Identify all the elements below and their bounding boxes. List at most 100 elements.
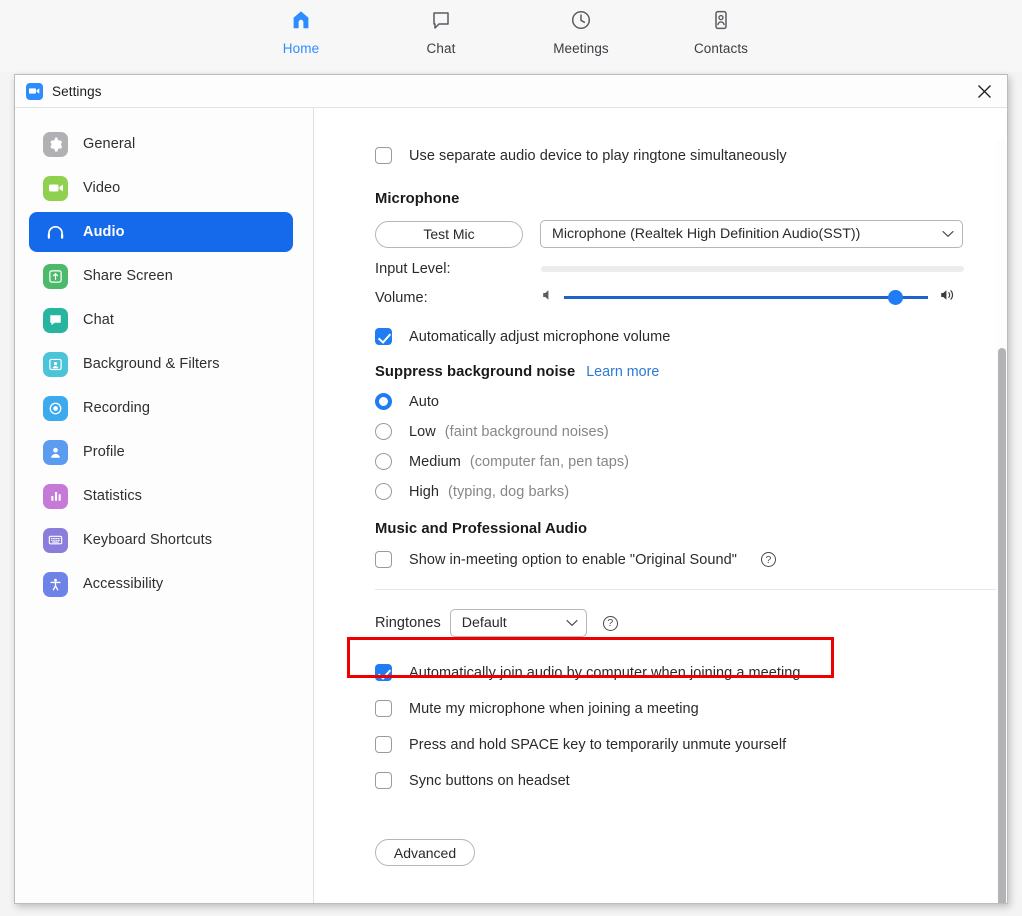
input-level-label: Input Level: bbox=[375, 261, 451, 277]
nav-item-meetings[interactable]: Meetings bbox=[536, 8, 626, 56]
mute-mic-checkbox[interactable] bbox=[375, 700, 392, 717]
bar-chart-icon bbox=[43, 483, 68, 509]
volume-label: Volume: bbox=[375, 289, 428, 306]
settings-sidebar: General Video Audio Share Screen Chat Ba… bbox=[15, 108, 314, 903]
separate-ringtone-row[interactable]: Use separate audio device to play ringto… bbox=[375, 147, 1007, 164]
music-pro-heading: Music and Professional Audio bbox=[375, 521, 588, 537]
sidebar-item-keyboard-shortcuts[interactable]: Keyboard Shortcuts bbox=[29, 520, 293, 560]
sidebar-item-accessibility[interactable]: Accessibility bbox=[29, 564, 293, 604]
sidebar-item-general[interactable]: General bbox=[29, 124, 293, 164]
sidebar-label-recording: Recording bbox=[83, 400, 150, 416]
meeting-option-auto-join[interactable]: Automatically join audio by computer whe… bbox=[375, 664, 1007, 681]
zoom-logo-icon bbox=[26, 82, 43, 100]
noise-radio-medium[interactable] bbox=[375, 453, 392, 470]
person-frame-icon bbox=[43, 351, 68, 377]
meeting-option-sync-headset[interactable]: Sync buttons on headset bbox=[375, 772, 1007, 789]
sidebar-item-statistics[interactable]: Statistics bbox=[29, 476, 293, 516]
volume-slider-thumb[interactable] bbox=[888, 290, 904, 305]
sidebar-item-background-filters[interactable]: Background & Filters bbox=[29, 344, 293, 384]
original-sound-row[interactable]: Show in-meeting option to enable "Origin… bbox=[375, 551, 1007, 568]
question-mark-icon[interactable]: ? bbox=[760, 552, 776, 567]
suppress-noise-header: Suppress background noise Learn more bbox=[375, 364, 1007, 380]
sidebar-label-general: General bbox=[83, 136, 136, 152]
space-unmute-checkbox[interactable] bbox=[375, 736, 392, 753]
window-title: Settings bbox=[52, 83, 102, 99]
noise-option-medium[interactable]: Medium (computer fan, pen taps) bbox=[375, 453, 1007, 470]
video-camera-icon bbox=[43, 175, 68, 201]
noise-hint-low: (faint background noises) bbox=[444, 423, 609, 440]
settings-window: Settings General Video Audio Share Scree… bbox=[14, 74, 1008, 904]
auto-adjust-volume-label: Automatically adjust microphone volume bbox=[409, 328, 671, 345]
share-screen-icon bbox=[43, 263, 68, 289]
keyboard-icon bbox=[43, 527, 68, 553]
nav-label-home: Home bbox=[282, 41, 320, 56]
meeting-option-space-unmute[interactable]: Press and hold SPACE key to temporarily … bbox=[375, 736, 1007, 753]
scrollbar-thumb[interactable] bbox=[998, 348, 1006, 903]
noise-option-auto[interactable]: Auto bbox=[375, 393, 1007, 410]
nav-label-chat: Chat bbox=[426, 41, 456, 56]
auto-join-audio-label: Automatically join audio by computer whe… bbox=[409, 664, 801, 681]
chat-bubble-icon bbox=[429, 8, 453, 37]
clock-icon bbox=[569, 8, 593, 37]
ringtones-value: Default bbox=[461, 615, 507, 631]
separate-ringtone-checkbox[interactable] bbox=[375, 147, 392, 164]
audio-settings-panel: Use separate audio device to play ringto… bbox=[315, 108, 1007, 903]
nav-label-contacts: Contacts bbox=[693, 41, 749, 56]
noise-label-medium: Medium bbox=[409, 453, 461, 470]
learn-more-link[interactable]: Learn more bbox=[586, 364, 659, 380]
title-bar: Settings bbox=[15, 75, 1007, 108]
meeting-option-mute-mic[interactable]: Mute my microphone when joining a meetin… bbox=[375, 700, 1007, 717]
sidebar-label-audio: Audio bbox=[83, 224, 125, 240]
original-sound-label: Show in-meeting option to enable "Origin… bbox=[409, 551, 737, 568]
sidebar-label-accessibility: Accessibility bbox=[83, 576, 164, 592]
sidebar-item-video[interactable]: Video bbox=[29, 168, 293, 208]
sidebar-item-share-screen[interactable]: Share Screen bbox=[29, 256, 293, 296]
sidebar-item-chat[interactable]: Chat bbox=[29, 300, 293, 340]
chevron-down-icon bbox=[566, 615, 578, 631]
noise-radio-high[interactable] bbox=[375, 483, 392, 500]
sidebar-label-profile: Profile bbox=[83, 444, 125, 460]
noise-radio-low[interactable] bbox=[375, 423, 392, 440]
original-sound-checkbox[interactable] bbox=[375, 551, 392, 568]
input-level-meter bbox=[541, 266, 964, 272]
input-level-row: Input Level: bbox=[375, 261, 1007, 277]
accessibility-icon bbox=[43, 571, 68, 597]
nav-item-home[interactable]: Home bbox=[256, 8, 346, 56]
noise-option-low[interactable]: Low (faint background noises) bbox=[375, 423, 1007, 440]
noise-radio-auto[interactable] bbox=[375, 393, 392, 410]
mute-mic-label: Mute my microphone when joining a meetin… bbox=[409, 700, 699, 717]
sidebar-label-statistics: Statistics bbox=[83, 488, 143, 504]
chevron-down-icon bbox=[942, 226, 954, 242]
nav-item-chat[interactable]: Chat bbox=[396, 8, 486, 56]
nav-item-contacts[interactable]: Contacts bbox=[676, 8, 766, 56]
auto-adjust-volume-checkbox[interactable] bbox=[375, 328, 392, 345]
sidebar-item-profile[interactable]: Profile bbox=[29, 432, 293, 472]
microphone-heading: Microphone bbox=[375, 191, 460, 207]
advanced-button[interactable]: Advanced bbox=[375, 839, 475, 866]
speaker-low-icon bbox=[541, 288, 555, 307]
noise-option-high[interactable]: High (typing, dog barks) bbox=[375, 483, 1007, 500]
sidebar-label-video: Video bbox=[83, 180, 121, 196]
volume-slider[interactable] bbox=[564, 290, 928, 306]
close-icon[interactable] bbox=[961, 75, 1007, 107]
suppress-noise-heading: Suppress background noise bbox=[375, 364, 576, 380]
nav-label-meetings: Meetings bbox=[553, 41, 609, 56]
microphone-device-select[interactable]: Microphone (Realtek High Definition Audi… bbox=[540, 220, 963, 248]
sidebar-label-keyboard-shortcuts: Keyboard Shortcuts bbox=[83, 532, 213, 548]
noise-label-high: High bbox=[409, 483, 440, 500]
question-mark-icon[interactable]: ? bbox=[602, 615, 618, 631]
ringtones-label: Ringtones bbox=[375, 615, 441, 631]
microphone-device-value: Microphone (Realtek High Definition Audi… bbox=[552, 226, 861, 242]
sidebar-label-chat: Chat bbox=[83, 312, 115, 328]
contact-card-icon bbox=[709, 8, 733, 37]
test-mic-button[interactable]: Test Mic bbox=[375, 220, 523, 248]
separate-ringtone-label: Use separate audio device to play ringto… bbox=[409, 147, 787, 164]
sidebar-item-audio[interactable]: Audio bbox=[29, 212, 293, 252]
auto-join-audio-checkbox[interactable] bbox=[375, 664, 392, 681]
sync-headset-checkbox[interactable] bbox=[375, 772, 392, 789]
ringtones-select[interactable]: Default bbox=[449, 609, 587, 637]
sidebar-item-recording[interactable]: Recording bbox=[29, 388, 293, 428]
space-unmute-label: Press and hold SPACE key to temporarily … bbox=[409, 736, 787, 753]
auto-adjust-volume-row[interactable]: Automatically adjust microphone volume bbox=[375, 328, 1007, 345]
gear-icon bbox=[43, 131, 68, 157]
